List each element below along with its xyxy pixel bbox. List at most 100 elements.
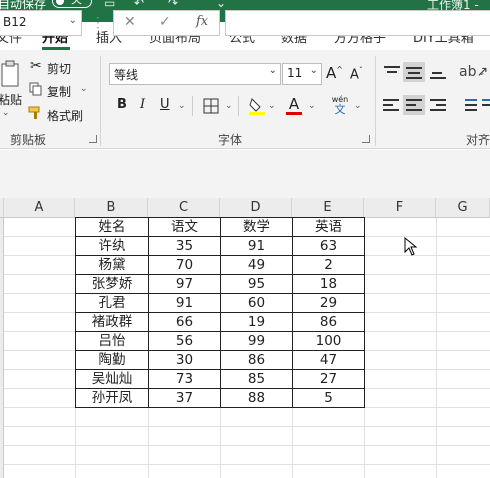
table-cell[interactable]: 85 xyxy=(220,369,293,389)
table-cell[interactable]: 孔君 xyxy=(75,293,149,313)
font-color-dropdown-icon[interactable]: ⌄ xyxy=(308,101,316,111)
row-header-strip[interactable] xyxy=(0,218,4,478)
paste-icon[interactable] xyxy=(0,60,22,90)
paste-dropdown-icon[interactable]: ⌄ xyxy=(2,108,10,118)
phonetic-dropdown-icon[interactable]: ⌄ xyxy=(354,101,362,111)
table-cell[interactable]: 49 xyxy=(220,255,293,275)
header-cell-math[interactable]: 数学 xyxy=(220,217,293,237)
orientation-dropdown-icon[interactable]: ⌄ xyxy=(478,68,486,78)
cancel-icon[interactable]: ✕ xyxy=(124,14,136,30)
group-separator xyxy=(375,56,376,146)
table-cell[interactable]: 47 xyxy=(292,350,365,370)
customize-icon[interactable]: ⌄ xyxy=(216,0,226,10)
table-cell[interactable]: 杨黛 xyxy=(75,255,149,275)
confirm-icon[interactable]: ✓ xyxy=(159,14,171,30)
column-header-e[interactable]: E xyxy=(292,198,364,218)
borders-dropdown-icon[interactable]: ⌄ xyxy=(225,101,233,111)
align-bottom-icon[interactable] xyxy=(430,64,448,80)
column-header-c[interactable]: C xyxy=(148,198,220,218)
table-cell[interactable]: 97 xyxy=(148,274,221,294)
table-cell[interactable]: 63 xyxy=(292,236,365,256)
table-cell[interactable]: 张梦娇 xyxy=(75,274,149,294)
bold-button[interactable]: B xyxy=(117,97,127,112)
fill-color-icon[interactable] xyxy=(248,96,266,116)
cut-label[interactable]: 剪切 xyxy=(47,60,71,77)
header-cell-name[interactable]: 姓名 xyxy=(75,217,149,237)
table-cell[interactable]: 100 xyxy=(292,331,365,351)
table-cell[interactable]: 70 xyxy=(148,255,221,275)
table-cell[interactable]: 19 xyxy=(220,312,293,332)
italic-button[interactable]: I xyxy=(140,97,145,112)
font-size-select[interactable]: 11 ⌄ xyxy=(282,63,322,85)
align-middle-icon[interactable] xyxy=(403,62,425,82)
undo-icon[interactable]: ↶ xyxy=(134,0,144,10)
align-left-icon[interactable] xyxy=(403,95,425,115)
autosave-toggle[interactable]: 关 xyxy=(52,0,92,8)
underline-button[interactable]: U xyxy=(160,97,170,112)
table-cell[interactable]: 91 xyxy=(148,293,221,313)
table-cell[interactable]: 18 xyxy=(292,274,365,294)
table-cell[interactable]: 73 xyxy=(148,369,221,389)
grow-letter: A xyxy=(326,64,337,82)
clipboard-launcher-icon[interactable] xyxy=(89,135,97,143)
table-cell[interactable]: 30 xyxy=(148,350,221,370)
table-cell[interactable]: 95 xyxy=(220,274,293,294)
align-left-icon-alt[interactable] xyxy=(383,97,401,113)
copy-icon[interactable] xyxy=(29,82,43,96)
table-cell[interactable]: 86 xyxy=(220,350,293,370)
table-cell[interactable]: 孙开凤 xyxy=(75,388,149,408)
format-painter-label[interactable]: 格式刷 xyxy=(47,107,83,124)
table-cell[interactable]: 陶勤 xyxy=(75,350,149,370)
table-cell[interactable]: 2 xyxy=(292,255,365,275)
column-header-g[interactable]: G xyxy=(436,198,490,218)
table-cell[interactable]: 许纨 xyxy=(75,236,149,256)
table-cell[interactable]: 37 xyxy=(148,388,221,408)
copy-label[interactable]: 复制 xyxy=(47,83,71,100)
table-cell[interactable]: 27 xyxy=(292,369,365,389)
borders-icon[interactable] xyxy=(203,98,219,114)
table-cell[interactable]: 吴灿灿 xyxy=(75,369,149,389)
table-cell[interactable]: 56 xyxy=(148,331,221,351)
splitter-handle[interactable]: · · · xyxy=(96,12,100,34)
paste-label[interactable]: 粘贴 xyxy=(0,91,22,108)
table-row: 孔君 91 60 29 xyxy=(75,293,365,313)
font-launcher-icon[interactable] xyxy=(362,135,370,143)
align-right-icon[interactable] xyxy=(430,97,448,113)
redo-icon[interactable]: ↷ xyxy=(168,0,178,10)
align-top-icon[interactable] xyxy=(384,64,402,80)
table-cell[interactable]: 60 xyxy=(220,293,293,313)
alignment-group-label: 对齐 xyxy=(466,133,490,147)
format-painter-icon[interactable] xyxy=(28,106,44,120)
header-cell-chinese[interactable]: 语文 xyxy=(148,217,221,237)
column-header-f[interactable]: F xyxy=(364,198,436,218)
column-header-b[interactable]: B xyxy=(75,198,148,218)
fill-color-dropdown-icon[interactable]: ⌄ xyxy=(268,101,276,111)
header-cell-english[interactable]: 英语 xyxy=(292,217,365,237)
name-box[interactable]: B12 ⌄ xyxy=(0,10,82,36)
phonetic-button[interactable]: wén 文 xyxy=(330,95,350,116)
column-header-a[interactable]: A xyxy=(4,198,75,218)
copy-dropdown-icon[interactable]: ⌄ xyxy=(80,84,88,94)
decrease-indent-icon[interactable] xyxy=(460,97,478,113)
increase-font-size-button[interactable]: A^ xyxy=(326,64,343,82)
table-cell[interactable]: 99 xyxy=(220,331,293,351)
table-cell[interactable]: 褚政群 xyxy=(75,312,149,332)
table-cell[interactable]: 35 xyxy=(148,236,221,256)
table-cell[interactable]: 29 xyxy=(292,293,365,313)
save-icon[interactable]: ▭ xyxy=(104,0,115,10)
table-cell[interactable]: 5 xyxy=(292,388,365,408)
font-color-button[interactable]: A xyxy=(286,95,302,115)
table-cell[interactable]: 91 xyxy=(220,236,293,256)
table-cell[interactable]: 88 xyxy=(220,388,293,408)
table-cell[interactable]: 66 xyxy=(148,312,221,332)
insert-function-icon[interactable]: fx xyxy=(196,14,208,29)
cut-icon[interactable]: ✂ xyxy=(30,58,42,74)
column-header-d[interactable]: D xyxy=(220,198,292,218)
font-name-select[interactable]: 等线 ⌄ xyxy=(109,63,281,85)
decrease-font-size-button[interactable]: Aˇ xyxy=(350,66,363,82)
table-cell[interactable]: 86 xyxy=(292,312,365,332)
formula-input[interactable] xyxy=(225,10,490,36)
table-cell[interactable]: 吕怡 xyxy=(75,331,149,351)
increase-indent-icon[interactable] xyxy=(482,97,490,113)
underline-dropdown-icon[interactable]: ⌄ xyxy=(178,101,186,111)
